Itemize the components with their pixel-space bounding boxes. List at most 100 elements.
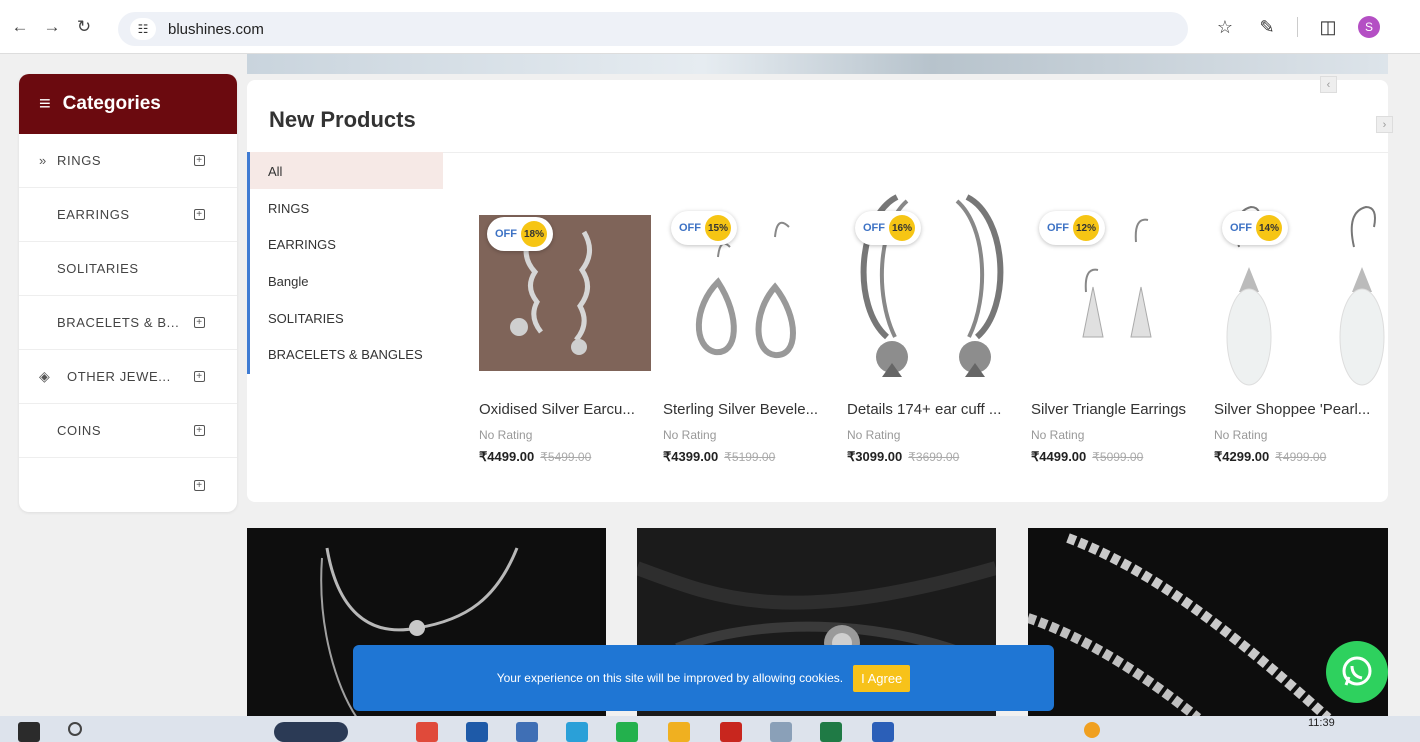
- category-item-earrings[interactable]: EARRINGS +: [19, 188, 237, 242]
- start-icon[interactable]: [18, 722, 40, 742]
- product-price-row: ₹4299.00 ₹4999.00: [1214, 449, 1386, 465]
- filter-bangle[interactable]: Bangle: [268, 274, 308, 289]
- whatsapp-app-icon[interactable]: [616, 722, 638, 742]
- product-rating: No Rating: [1031, 428, 1085, 442]
- category-item-solitaries[interactable]: SOLITARIES: [19, 242, 237, 296]
- menu-lines-icon: ≡: [39, 92, 51, 115]
- product-price-row: ₹3099.00 ₹3699.00: [847, 449, 1019, 465]
- weather-icon[interactable]: [1084, 722, 1100, 738]
- category-label[interactable]: COINS: [57, 423, 101, 438]
- word-icon[interactable]: [872, 722, 894, 742]
- bookmark-star-icon[interactable]: ☆: [1213, 17, 1237, 38]
- discount-percent: 18%: [521, 221, 547, 247]
- carousel-prev-icon[interactable]: ‹: [1320, 76, 1337, 93]
- product-price: ₹4399.00: [663, 449, 719, 464]
- expand-plus-icon[interactable]: +: [194, 479, 205, 491]
- product-old-price: ₹5099.00: [1092, 450, 1144, 464]
- folder-icon[interactable]: [668, 722, 690, 742]
- search-icon[interactable]: [68, 722, 82, 736]
- category-item-coins[interactable]: COINS +: [19, 404, 237, 458]
- category-item-bracelets[interactable]: BRACELETS & B... +: [19, 296, 237, 350]
- off-label: OFF: [495, 228, 517, 240]
- product-old-price: ₹3699.00: [908, 450, 960, 464]
- app-icon[interactable]: [720, 722, 742, 742]
- product-filter-list: All RINGS EARRINGS Bangle SOLITARIES BRA…: [247, 152, 443, 374]
- discount-percent: 12%: [1073, 215, 1099, 241]
- product-image[interactable]: OFF 14%: [1214, 187, 1386, 397]
- reload-icon[interactable]: ↻: [72, 15, 96, 39]
- filter-rings[interactable]: RINGS: [268, 201, 309, 216]
- product-card[interactable]: OFF 16% Details 174+ ear cuff ... No Rat…: [847, 187, 1019, 465]
- filter-all[interactable]: All: [268, 164, 282, 179]
- expand-plus-icon[interactable]: +: [194, 371, 205, 382]
- chrome-app-icon[interactable]: [416, 722, 438, 742]
- expand-plus-icon[interactable]: +: [194, 155, 205, 166]
- whatsapp-icon[interactable]: [1326, 641, 1388, 703]
- extensions-icon[interactable]: ✎: [1255, 17, 1279, 38]
- off-label: OFF: [679, 222, 701, 234]
- category-label[interactable]: RINGS: [57, 153, 101, 168]
- product-card[interactable]: OFF 15% Sterling Silver Bevele... No Rat…: [663, 187, 835, 465]
- categories-header: ≡ Categories: [19, 74, 237, 134]
- product-image[interactable]: OFF 16%: [847, 187, 1019, 397]
- expand-plus-icon[interactable]: +: [194, 317, 205, 328]
- product-rating: No Rating: [663, 428, 717, 442]
- toolbar-divider: [1297, 17, 1298, 37]
- address-bar[interactable]: ☷ blushines.com: [118, 12, 1188, 46]
- edge-icon[interactable]: [566, 722, 588, 742]
- app-icon[interactable]: [466, 722, 488, 742]
- widgets-icon[interactable]: [274, 722, 348, 742]
- category-label[interactable]: OTHER JEWE...: [67, 369, 171, 384]
- product-name[interactable]: Oxidised Silver Earcu...: [479, 401, 651, 418]
- expand-plus-icon[interactable]: +: [194, 425, 205, 436]
- category-item-other-jewellery[interactable]: ◈ OTHER JEWE... +: [19, 350, 237, 404]
- product-rating: No Rating: [1214, 428, 1268, 442]
- new-products-panel: New Products ‹ › All RINGS EARRINGS Bang…: [247, 76, 1393, 502]
- discount-percent: 16%: [889, 215, 915, 241]
- excel-icon[interactable]: [820, 722, 842, 742]
- product-card[interactable]: OFF 18% Oxidised Silver Earcu... No Rati…: [479, 187, 651, 465]
- product-old-price: ₹5499.00: [540, 450, 592, 464]
- product-price: ₹3099.00: [847, 449, 903, 464]
- filter-solitaries[interactable]: SOLITARIES: [268, 311, 344, 326]
- product-card[interactable]: OFF 14% Silver Shoppee 'Pearl... No Rati…: [1214, 187, 1386, 465]
- product-name[interactable]: Details 174+ ear cuff ...: [847, 401, 1019, 418]
- product-image[interactable]: OFF 18%: [479, 187, 651, 397]
- discount-badge: OFF 12%: [1039, 211, 1105, 245]
- product-rating: No Rating: [847, 428, 901, 442]
- site-settings-icon[interactable]: ☷: [130, 18, 156, 40]
- product-image[interactable]: OFF 15%: [663, 187, 835, 397]
- side-panel-icon[interactable]: ◫: [1316, 17, 1340, 38]
- product-price: ₹4499.00: [1031, 449, 1087, 464]
- product-price-row: ₹4499.00 ₹5099.00: [1031, 449, 1203, 465]
- product-image[interactable]: OFF 12%: [1031, 187, 1203, 397]
- categories-title: Categories: [62, 93, 161, 114]
- url-text[interactable]: blushines.com: [168, 21, 264, 38]
- discount-badge: OFF 14%: [1222, 211, 1288, 245]
- category-label[interactable]: BRACELETS & B...: [57, 315, 179, 330]
- back-icon[interactable]: ←: [8, 15, 32, 39]
- category-item-empty[interactable]: +: [19, 458, 237, 512]
- clock-time[interactable]: 11:39: [1308, 717, 1335, 729]
- filter-bracelets-bangles[interactable]: BRACELETS & BANGLES: [268, 347, 423, 362]
- category-label[interactable]: SOLITARIES: [57, 261, 139, 276]
- new-products-title: New Products: [269, 107, 416, 132]
- forward-icon[interactable]: →: [40, 15, 64, 39]
- product-card[interactable]: OFF 12% Silver Triangle Earrings No Rati…: [1031, 187, 1203, 465]
- product-rating: No Rating: [479, 428, 533, 442]
- agree-button[interactable]: I Agree: [853, 664, 911, 692]
- discount-percent: 14%: [1256, 215, 1282, 241]
- filter-earrings[interactable]: EARRINGS: [268, 237, 336, 252]
- app-icon[interactable]: [770, 722, 792, 742]
- discount-percent: 15%: [705, 215, 731, 241]
- app-icon[interactable]: [516, 722, 538, 742]
- expand-plus-icon[interactable]: +: [194, 209, 205, 220]
- category-label[interactable]: EARRINGS: [57, 207, 130, 222]
- product-name[interactable]: Silver Shoppee 'Pearl...: [1214, 401, 1386, 418]
- profile-avatar[interactable]: S: [1358, 16, 1380, 38]
- carousel-next-icon[interactable]: ›: [1376, 116, 1393, 133]
- product-name[interactable]: Silver Triangle Earrings: [1031, 401, 1203, 418]
- off-label: OFF: [1230, 222, 1252, 234]
- category-item-rings[interactable]: » RINGS +: [19, 134, 237, 188]
- product-name[interactable]: Sterling Silver Bevele...: [663, 401, 835, 418]
